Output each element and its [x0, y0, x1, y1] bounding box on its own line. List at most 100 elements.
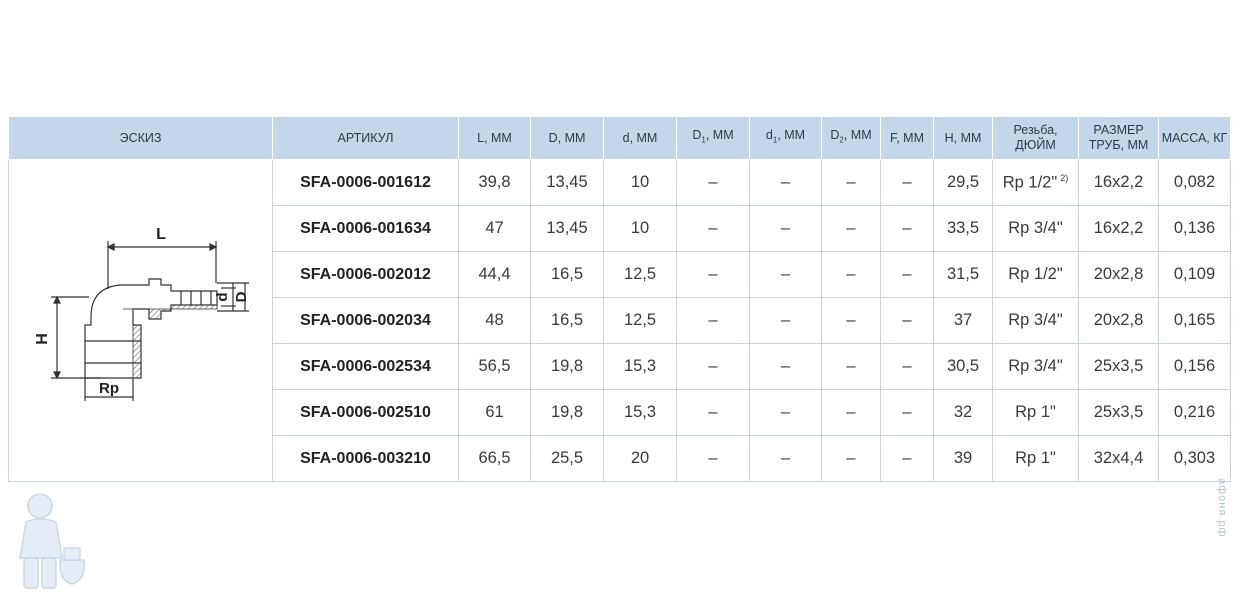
header-article: АРТИКУЛ — [272, 116, 459, 160]
cell-d2: – — [821, 251, 881, 298]
cell-pipe: 16x2,2 — [1078, 205, 1159, 252]
cell-mass: 0,303 — [1158, 435, 1231, 482]
cell-d: 19,8 — [530, 389, 604, 436]
cell-d1: – — [749, 205, 822, 252]
cell-d2: – — [821, 389, 881, 436]
spec-table: ЭСКИЗ АРТИКУЛ L, ММ D, ММ d, ММ D1, ММ d… — [8, 116, 1231, 482]
cell-l: 39,8 — [458, 159, 531, 206]
label-L: L — [156, 226, 166, 243]
cell-l: 48 — [458, 297, 531, 344]
cell-d2: – — [821, 159, 881, 206]
cell-thread: Rp 1" — [992, 389, 1079, 436]
cell-l: 66,5 — [458, 435, 531, 482]
header-thread: Резьба, ДЮЙМ — [992, 116, 1079, 160]
cell-article: SFA-0006-002012 — [272, 251, 459, 298]
header-D: D, ММ — [530, 116, 604, 160]
cell-d: 16,5 — [530, 251, 604, 298]
header-H: H, ММ — [933, 116, 993, 160]
cell-pipe: 25x3,5 — [1078, 343, 1159, 390]
cell-d1: – — [676, 297, 750, 344]
table-body: L H d D Rp SFA-0006-001612 39,8 13,45 10– – –… — [8, 159, 1231, 482]
cell-f: – — [880, 389, 934, 436]
header-pipe-size: РАЗМЕР ТРУБ, ММ — [1078, 116, 1159, 160]
cell-d2: – — [821, 205, 881, 252]
cell-h: 31,5 — [933, 251, 993, 298]
header-F: F, ММ — [880, 116, 934, 160]
header-sketch: ЭСКИЗ — [8, 116, 273, 160]
cell-d1: – — [749, 389, 822, 436]
cell-h: 33,5 — [933, 205, 993, 252]
label-H: H — [34, 333, 51, 345]
table-row: L H d D Rp SFA-0006-001612 39,8 13,45 10– – –… — [8, 159, 1231, 482]
plumber-mascot-logo — [19, 493, 85, 589]
cell-h: 30,5 — [933, 343, 993, 390]
cell-mass: 0,216 — [1158, 389, 1231, 436]
cell-d2: – — [821, 435, 881, 482]
cell-mass: 0,136 — [1158, 205, 1231, 252]
cell-mass: 0,156 — [1158, 343, 1231, 390]
cell-d1: – — [749, 251, 822, 298]
cell-d1: – — [676, 205, 750, 252]
cell-d1: – — [676, 159, 750, 206]
cell-f: – — [880, 297, 934, 344]
watermark: афоня.рф — [1216, 478, 1228, 538]
cell-d: 13,45 — [530, 159, 604, 206]
cell-f: – — [880, 205, 934, 252]
cell-d: 25,5 — [530, 435, 604, 482]
cell-thread: Rp 1" — [992, 435, 1079, 482]
cell-thread: Rp 3/4" — [992, 205, 1079, 252]
label-Rp: Rp — [99, 380, 119, 397]
cell-d: 12,5 — [603, 251, 677, 298]
cell-d1: – — [676, 343, 750, 390]
cell-thread: Rp 3/4" — [992, 343, 1079, 390]
cell-d: 19,8 — [530, 343, 604, 390]
header-D2: D2, ММ — [821, 116, 881, 160]
cell-l: 47 — [458, 205, 531, 252]
cell-d: 12,5 — [603, 297, 677, 344]
cell-pipe: 16x2,2 — [1078, 159, 1159, 206]
cell-h: 32 — [933, 389, 993, 436]
header-L: L, ММ — [458, 116, 531, 160]
cell-d: 10 — [603, 205, 677, 252]
header-d: d, ММ — [603, 116, 677, 160]
cell-d1: – — [676, 435, 750, 482]
cell-h: 39 — [933, 435, 993, 482]
cell-pipe: 32x4,4 — [1078, 435, 1159, 482]
cell-pipe: 20x2,8 — [1078, 297, 1159, 344]
cell-article: SFA-0006-001634 — [272, 205, 459, 252]
cell-thread: Rp 1/2" 2) — [992, 159, 1079, 206]
cell-f: – — [880, 159, 934, 206]
cell-article: SFA-0006-002534 — [272, 343, 459, 390]
cell-l: 56,5 — [458, 343, 531, 390]
cell-f: – — [880, 251, 934, 298]
cell-d2: – — [821, 343, 881, 390]
cell-d: 16,5 — [530, 297, 604, 344]
cell-f: – — [880, 435, 934, 482]
cell-thread: Rp 3/4" — [992, 297, 1079, 344]
header-mass: МАССА, КГ — [1158, 116, 1231, 160]
cell-h: 37 — [933, 297, 993, 344]
cell-f: – — [880, 343, 934, 390]
cell-pipe: 25x3,5 — [1078, 389, 1159, 436]
header-D1: D1, ММ — [676, 116, 750, 160]
cell-h: 29,5 — [933, 159, 993, 206]
cell-d: 15,3 — [603, 389, 677, 436]
cell-mass: 0,165 — [1158, 297, 1231, 344]
table-header: ЭСКИЗ АРТИКУЛ L, ММ D, ММ d, ММ D1, ММ d… — [8, 116, 1231, 160]
cell-article: SFA-0006-002034 — [272, 297, 459, 344]
cell-article: SFA-0006-001612 — [272, 159, 459, 206]
thread-footnote: 2) — [1060, 172, 1069, 183]
cell-d1: – — [749, 159, 822, 206]
cell-pipe: 20x2,8 — [1078, 251, 1159, 298]
cell-d1: – — [749, 297, 822, 344]
label-D: D — [233, 291, 250, 302]
cell-d1: – — [676, 389, 750, 436]
cell-thread: Rp 1/2" — [992, 251, 1079, 298]
header-d1: d1, ММ — [749, 116, 822, 160]
cell-d1: – — [749, 343, 822, 390]
elbow-fitting-drawing: L H d D Rp — [34, 226, 250, 401]
cell-mass: 0,082 — [1158, 159, 1231, 206]
cell-d: 13,45 — [530, 205, 604, 252]
cell-d1: – — [676, 251, 750, 298]
cell-d2: – — [821, 297, 881, 344]
